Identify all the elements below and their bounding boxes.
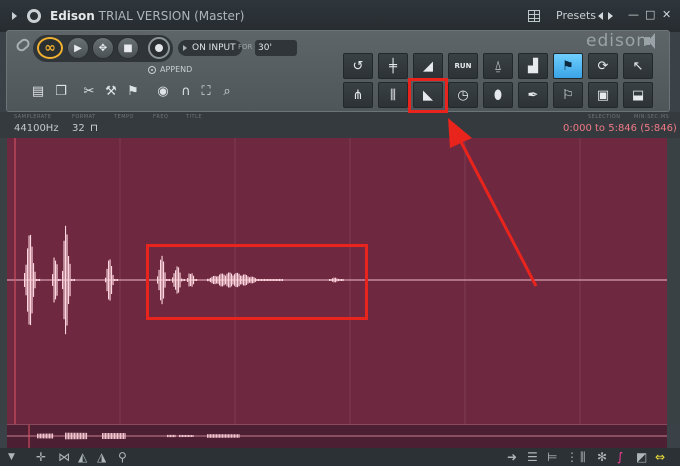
- edison-window: Edison TRIAL VERSION (Master) Presets — …: [0, 0, 680, 466]
- annotation-arrow: [448, 118, 538, 287]
